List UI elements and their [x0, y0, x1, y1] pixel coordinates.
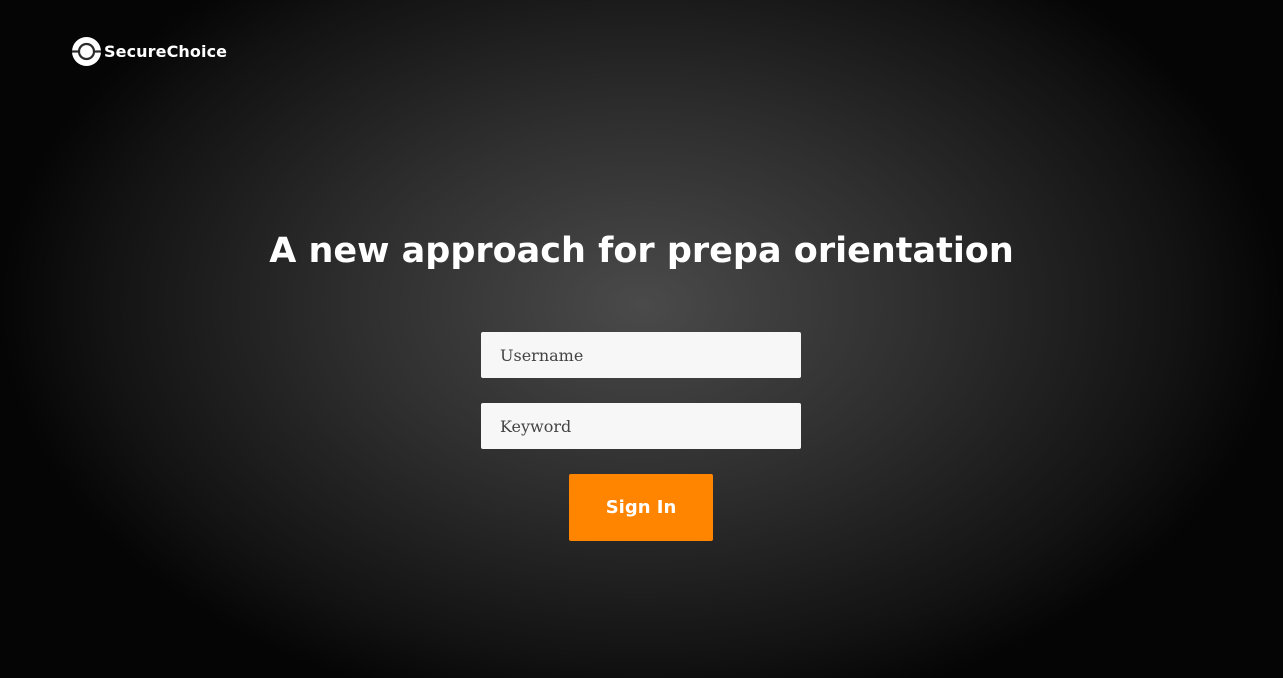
sign-in-button[interactable]: Sign In [569, 474, 713, 541]
brand-logo[interactable]: SecureChoice [72, 37, 227, 66]
keyword-input[interactable] [481, 403, 801, 449]
brand-name: SecureChoice [104, 42, 228, 61]
page-headline: A new approach for prepa orientation [269, 231, 1014, 271]
target-circle-icon [72, 37, 101, 66]
username-input[interactable] [481, 332, 801, 378]
